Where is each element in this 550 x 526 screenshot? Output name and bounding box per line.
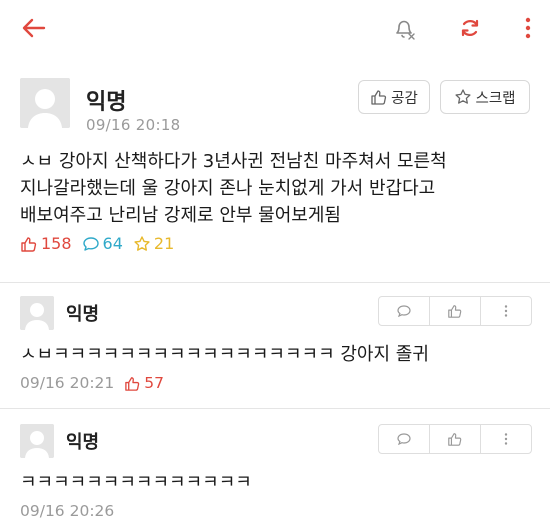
comment-actions: [378, 296, 532, 326]
arrow-left-icon[interactable]: [20, 14, 48, 42]
default-avatar-icon: [20, 424, 54, 458]
reply-button[interactable]: [379, 297, 430, 325]
more-vertical-icon[interactable]: [514, 14, 542, 42]
scrap-count: 21: [133, 234, 174, 253]
star-icon: [134, 235, 150, 251]
thumbs-up-icon: [21, 236, 37, 252]
like-button[interactable]: 공감: [358, 80, 430, 114]
bell-off-icon[interactable]: [390, 14, 418, 42]
avatar: [20, 78, 70, 128]
default-avatar-icon: [20, 78, 70, 128]
comment-meta: 09/16 20:26: [20, 502, 114, 520]
comment-actions: [378, 424, 532, 454]
divider: [0, 408, 550, 409]
comment-bubble-icon: [397, 305, 411, 318]
comment-meta: 09/16 20:21 57: [20, 374, 164, 392]
thumbs-up-icon: [448, 433, 462, 446]
post-author: 익명: [86, 90, 127, 115]
top-bar: [0, 0, 550, 56]
like-button-label: 공감: [391, 90, 418, 107]
avatar: [20, 424, 54, 458]
comment-date: 09/16 20:21: [20, 374, 115, 392]
post-stats: 158 64 21: [20, 234, 184, 253]
scrap-count-value: 21: [153, 234, 175, 253]
scrap-button[interactable]: 스크랩: [440, 80, 530, 114]
like-count-value: 158: [41, 234, 72, 253]
post-body: ㅅㅂ 강아지 산책하다가 3년사귄 전남친 마주쳐서 모른척 지나갈라했는데 울…: [20, 151, 447, 226]
star-icon: [455, 89, 472, 104]
comment-more-button[interactable]: [481, 297, 531, 325]
more-vertical-icon: [504, 433, 508, 445]
post-date: 09/16 20:18: [86, 116, 181, 134]
more-vertical-icon: [504, 305, 508, 317]
comment-author: 익명: [66, 304, 100, 325]
avatar: [20, 296, 54, 330]
thumbs-up-icon: [125, 376, 140, 391]
comment-bubble-icon: [82, 236, 99, 251]
like-count: 158: [20, 234, 72, 253]
comment-like-button[interactable]: [430, 297, 481, 325]
comment-count: 64: [82, 234, 123, 253]
comment-like-count: 57: [124, 374, 164, 392]
refresh-icon[interactable]: [456, 14, 484, 42]
comment-text: ㅅㅂㅋㅋㅋㅋㅋㅋㅋㅋㅋㅋㅋㅋㅋㅋㅋㅋㅋ 강아지 졸귀: [20, 344, 429, 365]
comment-bubble-icon: [397, 433, 411, 446]
comment-author: 익명: [66, 432, 100, 453]
comment-like-button[interactable]: [430, 425, 481, 453]
thumbs-up-icon: [448, 305, 462, 318]
comment-date: 09/16 20:26: [20, 502, 115, 520]
divider: [0, 282, 550, 283]
thumbs-up-icon: [371, 90, 387, 105]
comment-text: ㅋㅋㅋㅋㅋㅋㅋㅋㅋㅋㅋㅋㅋㅋ: [20, 472, 252, 493]
default-avatar-icon: [20, 296, 54, 330]
reply-button[interactable]: [379, 425, 430, 453]
scrap-button-label: 스크랩: [475, 90, 516, 107]
comment-like-count-value: 57: [144, 374, 164, 392]
comment-more-button[interactable]: [481, 425, 531, 453]
comment-count-value: 64: [102, 234, 123, 253]
